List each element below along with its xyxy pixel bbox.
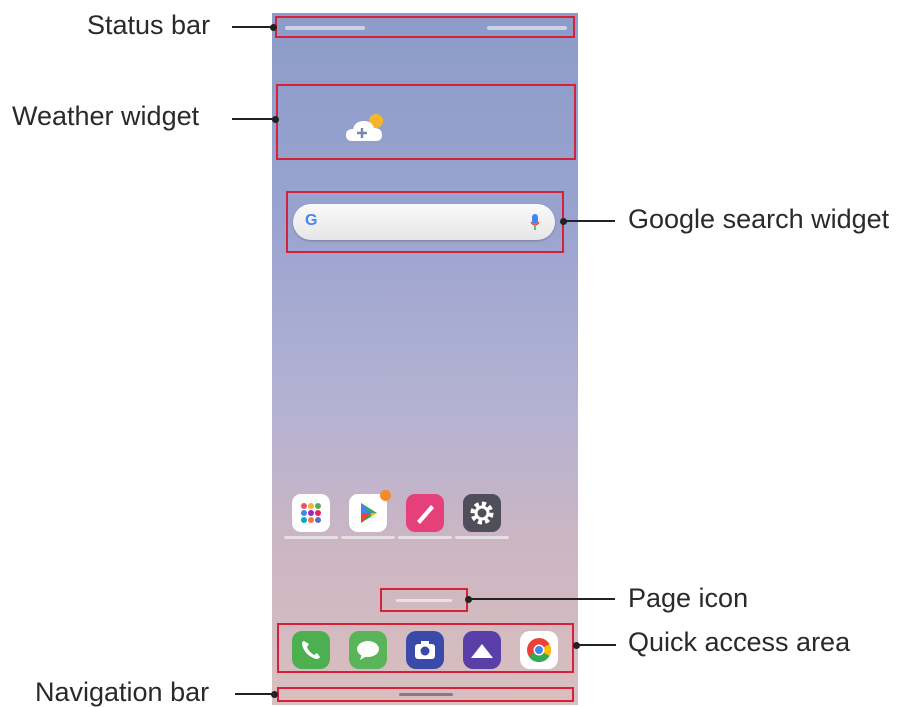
- leader-status-bar: [232, 23, 277, 31]
- app-label: [398, 536, 452, 539]
- callout-navigation-bar: Navigation bar: [35, 677, 210, 707]
- page-indicator[interactable]: [396, 599, 452, 602]
- notification-badge: [380, 490, 391, 501]
- google-g-icon: G: [305, 212, 318, 229]
- callout-quick-access-area: Quick access area: [628, 627, 851, 657]
- home-gesture-pill[interactable]: [399, 693, 453, 696]
- app-folder-icon[interactable]: [284, 494, 338, 539]
- chrome-icon[interactable]: [520, 631, 558, 669]
- app-label: [455, 536, 509, 539]
- phone-screen: G: [272, 13, 578, 705]
- play-store-icon[interactable]: [341, 490, 395, 539]
- leader-navigation-bar: [235, 690, 278, 698]
- status-bar-highlight: [275, 16, 575, 38]
- leader-page-icon: [465, 595, 615, 603]
- settings-icon[interactable]: [455, 494, 509, 539]
- leader-weather-widget: [232, 115, 279, 123]
- google-search-bar[interactable]: G: [293, 204, 555, 240]
- status-right-indicators: [487, 26, 567, 30]
- mic-icon[interactable]: [530, 214, 540, 230]
- leader-quick-access-area: [573, 641, 616, 649]
- app-label: [341, 536, 395, 539]
- camera-icon[interactable]: [406, 631, 444, 669]
- callout-weather-widget: Weather widget: [12, 101, 200, 131]
- weather-widget-highlight[interactable]: [276, 84, 576, 160]
- callout-page-icon: Page icon: [628, 583, 749, 613]
- messages-icon[interactable]: [349, 631, 387, 669]
- leader-google-search-widget: [560, 217, 615, 225]
- weather-cloud-sun-icon[interactable]: [344, 111, 390, 147]
- phone-icon[interactable]: [292, 631, 330, 669]
- callout-google-search-widget: Google search widget: [628, 204, 890, 234]
- page-icon-highlight: [380, 588, 468, 612]
- gallery-icon[interactable]: [463, 631, 501, 669]
- status-left-indicators: [285, 26, 365, 30]
- app-label: [284, 536, 338, 539]
- callout-status-bar: Status bar: [87, 10, 211, 40]
- edit-app-icon[interactable]: [398, 494, 452, 539]
